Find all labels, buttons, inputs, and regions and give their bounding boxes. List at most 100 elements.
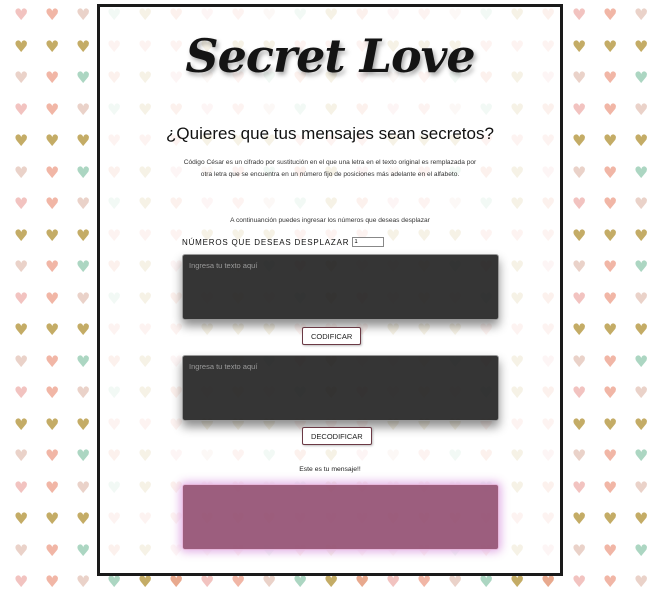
heart-icon: ♥: [14, 383, 29, 402]
heart-icon: ♥: [76, 68, 91, 87]
heart-icon: ♥: [603, 541, 618, 560]
heart-icon: ♥: [45, 257, 60, 276]
heart-icon: ♥: [355, 572, 370, 591]
heart-icon: ♥: [14, 320, 29, 339]
heart-icon: ♥: [386, 572, 401, 591]
heart-icon: ♥: [634, 194, 649, 213]
heart-icon: ♥: [324, 572, 339, 591]
heart-icon: ♥: [603, 383, 618, 402]
heart-icon: ♥: [14, 5, 29, 24]
heart-icon: ♥: [200, 572, 215, 591]
heart-icon: ♥: [76, 383, 91, 402]
heart-icon: ♥: [14, 541, 29, 560]
heart-icon: ♥: [572, 37, 587, 56]
heart-icon: ♥: [14, 194, 29, 213]
heart-icon: ♥: [603, 194, 618, 213]
shift-input[interactable]: [352, 237, 385, 247]
heart-icon: ♥: [45, 415, 60, 434]
heart-icon: ♥: [262, 572, 277, 591]
decode-textarea[interactable]: [182, 355, 499, 421]
heart-icon: ♥: [603, 68, 618, 87]
heart-icon: ♥: [76, 541, 91, 560]
main-card: Secret Love ¿Quieres que tus mensajes se…: [97, 4, 563, 576]
heart-icon: ♥: [603, 257, 618, 276]
result-output[interactable]: [182, 484, 499, 550]
heart-icon: ♥: [634, 478, 649, 497]
heart-icon: ♥: [603, 5, 618, 24]
heart-icon: ♥: [603, 37, 618, 56]
heart-icon: ♥: [572, 320, 587, 339]
heart-icon: ♥: [14, 446, 29, 465]
heart-icon: ♥: [634, 68, 649, 87]
heart-icon: ♥: [45, 37, 60, 56]
heart-icon: ♥: [76, 572, 91, 591]
heart-icon: ♥: [14, 478, 29, 497]
heart-icon: ♥: [45, 509, 60, 528]
heart-icon: ♥: [14, 509, 29, 528]
heart-icon: ♥: [76, 226, 91, 245]
heart-icon: ♥: [572, 5, 587, 24]
heart-icon: ♥: [572, 100, 587, 119]
heart-icon: ♥: [603, 226, 618, 245]
heart-icon: ♥: [169, 572, 184, 591]
heart-icon: ♥: [634, 289, 649, 308]
heart-icon: ♥: [634, 446, 649, 465]
headline: ¿Quieres que tus mensajes sean secretos?: [166, 124, 494, 143]
heart-icon: ♥: [634, 226, 649, 245]
heart-icon: ♥: [572, 257, 587, 276]
heart-icon: ♥: [76, 257, 91, 276]
heart-icon: ♥: [634, 320, 649, 339]
heart-icon: ♥: [603, 415, 618, 434]
heart-icon: ♥: [634, 541, 649, 560]
heart-icon: ♥: [510, 572, 525, 591]
heart-icon: ♥: [572, 415, 587, 434]
shift-row: NÚMEROS QUE DESEAS DESPLAZAR: [182, 236, 385, 248]
encode-textarea[interactable]: [182, 254, 499, 320]
heart-icon: ♥: [45, 446, 60, 465]
heart-icon: ♥: [14, 415, 29, 434]
heart-icon: ♥: [603, 289, 618, 308]
heart-icon: ♥: [14, 37, 29, 56]
heart-icon: ♥: [603, 509, 618, 528]
heart-icon: ♥: [45, 5, 60, 24]
heart-icon: ♥: [603, 100, 618, 119]
heart-icon: ♥: [572, 446, 587, 465]
heart-icon: ♥: [603, 163, 618, 182]
heart-icon: ♥: [76, 289, 91, 308]
heart-icon: ♥: [634, 131, 649, 150]
heart-icon: ♥: [448, 572, 463, 591]
heart-icon: ♥: [634, 100, 649, 119]
decode-button[interactable]: DECODIFICAR: [302, 427, 372, 445]
heart-icon: ♥: [572, 572, 587, 591]
heart-icon: ♥: [14, 352, 29, 371]
heart-icon: ♥: [603, 446, 618, 465]
heart-icon: ♥: [45, 194, 60, 213]
heart-icon: ♥: [479, 572, 494, 591]
heart-icon: ♥: [572, 163, 587, 182]
heart-icon: ♥: [45, 572, 60, 591]
heart-icon: ♥: [603, 352, 618, 371]
heart-icon: ♥: [76, 37, 91, 56]
shift-label: NÚMEROS QUE DESEAS DESPLAZAR: [182, 237, 350, 247]
heart-icon: ♥: [572, 131, 587, 150]
heart-icon: ♥: [634, 352, 649, 371]
heart-icon: ♥: [634, 415, 649, 434]
heart-icon: ♥: [45, 289, 60, 308]
heart-icon: ♥: [45, 131, 60, 150]
encode-button[interactable]: CODIFICAR: [302, 327, 362, 345]
heart-icon: ♥: [572, 68, 587, 87]
heart-icon: ♥: [293, 572, 308, 591]
heart-icon: ♥: [603, 572, 618, 591]
page-title: Secret Love: [185, 29, 475, 83]
heart-icon: ♥: [45, 352, 60, 371]
heart-icon: ♥: [76, 509, 91, 528]
heart-icon: ♥: [76, 415, 91, 434]
heart-icon: ♥: [76, 100, 91, 119]
heart-icon: ♥: [76, 478, 91, 497]
heart-icon: ♥: [572, 478, 587, 497]
heart-icon: ♥: [76, 131, 91, 150]
heart-icon: ♥: [14, 163, 29, 182]
heart-icon: ♥: [634, 509, 649, 528]
heart-icon: ♥: [14, 226, 29, 245]
heart-icon: ♥: [76, 163, 91, 182]
